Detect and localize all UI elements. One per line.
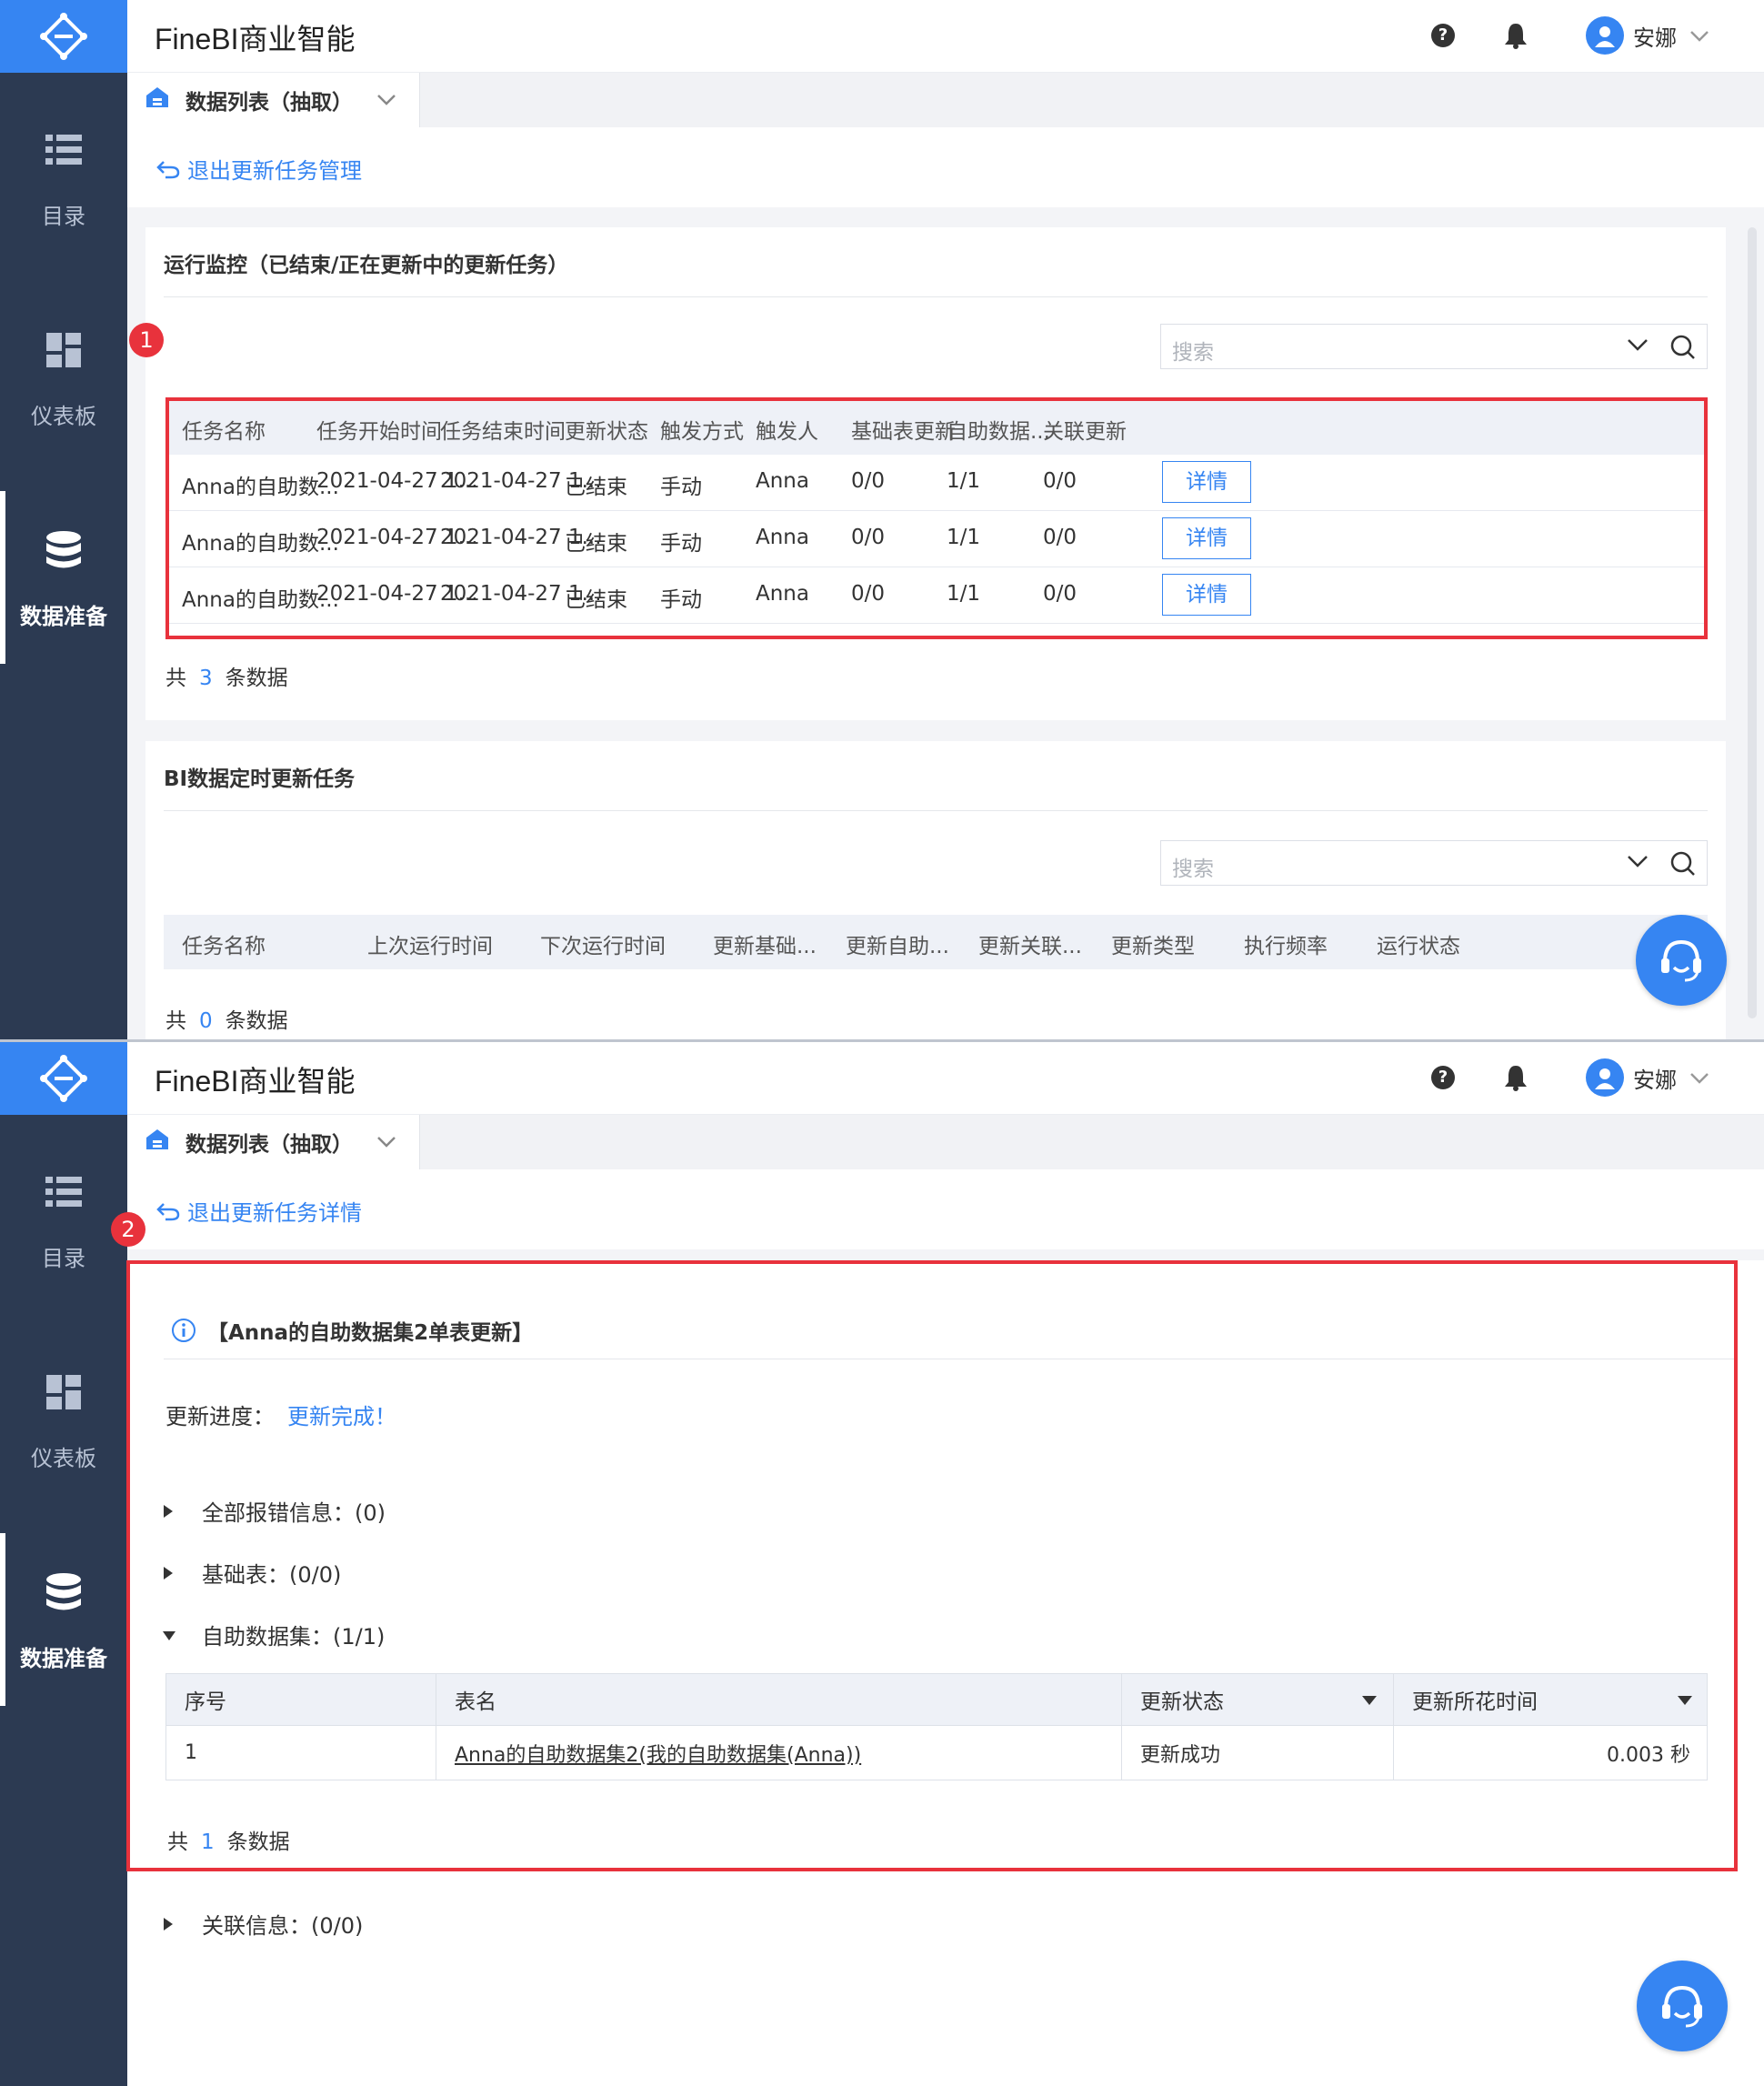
sidebar-item-label: 目录 [42, 1246, 85, 1271]
total-suffix: 条数据 [225, 667, 288, 690]
column-header[interactable]: 更新类型 [1111, 928, 1195, 959]
sidebar-item-label: 目录 [42, 204, 85, 229]
sidebar-item-label: 仪表板 [31, 404, 96, 429]
avatar [1586, 1058, 1624, 1097]
monitor-search-input[interactable]: 搜索 [1160, 324, 1708, 369]
sidebar-item-data-prep[interactable]: 数据准备 [0, 491, 127, 664]
customer-service-icon[interactable] [1636, 915, 1727, 1006]
home-icon [145, 1128, 169, 1156]
back-link-label: 退出更新任务详情 [187, 1200, 362, 1226]
dashboard-icon [46, 329, 81, 371]
sidebar-item-dashboard[interactable]: 仪表板 [0, 291, 127, 464]
section-relation-info[interactable]: 关联信息：(0/0) [162, 1908, 363, 1940]
total-count: 3 [199, 667, 213, 690]
column-header[interactable]: 下次运行时间 [540, 928, 666, 959]
user-menu[interactable]: 安娜 [1586, 1058, 1709, 1097]
column-header[interactable]: 上次运行时间 [367, 928, 493, 959]
highlight-box [165, 397, 1708, 639]
screenshot-task-management: 目录 仪表板 数据准备 FineBI商业智能 ? 安娜 数据列表（抽取） 退出更… [0, 0, 1764, 1040]
exit-task-details-link[interactable]: 退出更新任务详情 [156, 1195, 362, 1227]
dashboard-icon [46, 1371, 81, 1413]
tab-label: 数据列表（抽取） [185, 91, 353, 115]
sidebar-item-data-prep[interactable]: 数据准备 [0, 1533, 127, 1706]
column-header[interactable]: 更新关联... [978, 928, 1082, 959]
monitor-total: 共 3 条数据 [165, 660, 288, 691]
user-menu[interactable]: 安娜 [1586, 16, 1709, 55]
sidebar-item-label: 数据准备 [20, 604, 107, 629]
search-icon[interactable] [1670, 335, 1696, 364]
highlight-box [126, 1260, 1738, 1871]
total-count: 0 [199, 1009, 213, 1033]
user-name: 安娜 [1633, 25, 1677, 51]
total-suffix: 条数据 [225, 1009, 288, 1033]
step-badge: 2 [111, 1212, 145, 1247]
scheduled-title: BI数据定时更新任务 [164, 767, 356, 791]
section-label: 关联信息：(0/0) [202, 1913, 364, 1939]
top-bar: FineBI商业智能 ? 安娜 [127, 1042, 1764, 1115]
total-prefix: 共 [165, 667, 186, 690]
chevron-down-icon[interactable] [376, 88, 396, 112]
tab-strip: 数据列表（抽取） [127, 1115, 1764, 1169]
step-badge: 1 [129, 323, 164, 357]
database-icon [46, 529, 81, 571]
sidebar-item-catalog[interactable]: 目录 [0, 1133, 127, 1306]
search-placeholder: 搜索 [1172, 857, 1214, 881]
user-name: 安娜 [1633, 1067, 1677, 1093]
top-bar: FineBI商业智能 ? 安娜 [127, 0, 1764, 73]
bell-icon[interactable] [1504, 22, 1528, 53]
database-icon [46, 1571, 81, 1613]
chevron-down-icon[interactable] [1627, 337, 1649, 356]
scheduled-search-input[interactable]: 搜索 [1160, 840, 1708, 886]
app-title: FineBI商业智能 [155, 1065, 356, 1098]
sidebar-item-dashboard[interactable]: 仪表板 [0, 1333, 127, 1506]
divider [164, 810, 1708, 811]
divider [164, 296, 1708, 297]
tab-label: 数据列表（抽取） [185, 1133, 353, 1157]
help-icon[interactable]: ? [1431, 1066, 1455, 1089]
app-title: FineBI商业智能 [155, 23, 356, 55]
fine-logo-icon[interactable] [0, 0, 127, 73]
bell-icon[interactable] [1504, 1064, 1528, 1095]
monitor-title: 运行监控（已结束/正在更新中的更新任务） [164, 254, 569, 277]
sidebar-item-label: 数据准备 [20, 1646, 107, 1671]
exit-task-management-link[interactable]: 退出更新任务管理 [156, 153, 362, 185]
scheduled-panel: BI数据定时更新任务 搜索 任务名称 上次运行时间 下次运行时间 更新基础...… [145, 741, 1726, 1040]
sidebar-item-catalog[interactable]: 目录 [0, 91, 127, 264]
back-arrow-icon [156, 1202, 180, 1220]
chevron-down-icon[interactable] [1627, 854, 1649, 872]
column-header[interactable]: 运行状态 [1377, 928, 1460, 959]
back-arrow-icon [156, 160, 180, 178]
column-header[interactable]: 更新自助... [846, 928, 949, 959]
tab-data-list[interactable]: 数据列表（抽取） [127, 73, 420, 127]
chevron-down-icon[interactable] [376, 1130, 396, 1154]
customer-service-icon[interactable] [1637, 1961, 1728, 2051]
column-header[interactable]: 任务名称 [182, 928, 266, 959]
sidebar-item-label: 仪表板 [31, 1446, 96, 1471]
sidebar: 目录 仪表板 数据准备 [0, 1042, 127, 2086]
column-header[interactable]: 更新基础... [713, 928, 817, 959]
scheduled-table-header: 任务名称 上次运行时间 下次运行时间 更新基础... 更新自助... 更新关联.… [164, 915, 1708, 969]
fine-logo-icon[interactable] [0, 1042, 127, 1115]
avatar [1586, 16, 1624, 55]
total-prefix: 共 [165, 1009, 186, 1033]
chevron-down-icon [1689, 23, 1709, 48]
list-icon [45, 129, 82, 171]
help-icon[interactable]: ? [1431, 24, 1455, 47]
content-separator [127, 1249, 1764, 1260]
caret-right-icon [162, 1911, 187, 1937]
screenshot-task-details: 目录 仪表板 数据准备 FineBI商业智能 ? 安娜 数据列表（抽取） 退出更… [0, 1042, 1764, 2086]
column-header[interactable]: 执行频率 [1244, 928, 1328, 959]
home-icon [145, 86, 169, 114]
scrollbar[interactable] [1748, 227, 1757, 1018]
scheduled-total: 共 0 条数据 [165, 1003, 288, 1034]
search-placeholder: 搜索 [1172, 341, 1214, 365]
tab-strip: 数据列表（抽取） [127, 73, 1764, 127]
search-icon[interactable] [1670, 851, 1696, 880]
back-link-label: 退出更新任务管理 [187, 158, 362, 184]
sidebar: 目录 仪表板 数据准备 [0, 0, 127, 1040]
list-icon [45, 1171, 82, 1213]
tab-data-list[interactable]: 数据列表（抽取） [127, 1115, 420, 1169]
chevron-down-icon [1689, 1065, 1709, 1090]
